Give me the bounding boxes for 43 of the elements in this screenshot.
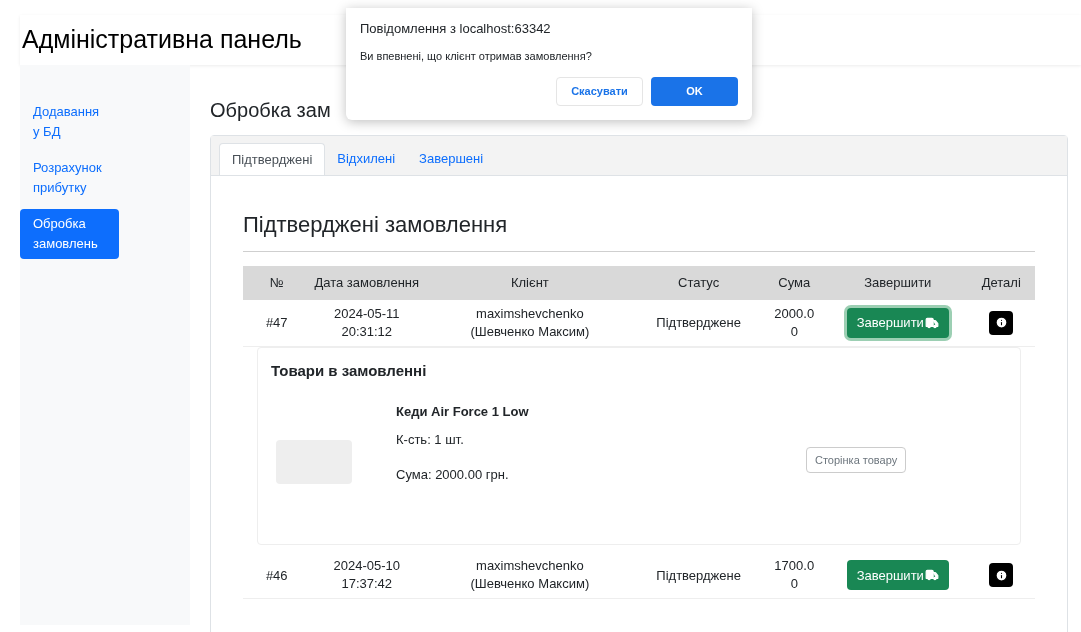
column-header: Дата замовлення bbox=[310, 266, 423, 300]
ok-button[interactable]: OK bbox=[651, 77, 738, 106]
dialog-title: Повідомлення з localhost:63342 bbox=[360, 20, 552, 38]
page-title: Адміністративна панель bbox=[22, 24, 302, 56]
table-cell: 2024-05-11 20:31:12 bbox=[310, 300, 423, 346]
column-header: Завершити bbox=[828, 266, 968, 300]
product-page-button[interactable]: Сторінка товару bbox=[806, 447, 907, 473]
table-cell: maximshevchenko (Шевченко Максим) bbox=[423, 552, 637, 599]
table-cell: maximshevchenko (Шевченко Максим) bbox=[423, 300, 637, 346]
info-button[interactable] bbox=[989, 563, 1014, 588]
sidebar-item[interactable]: Обробка замовлень bbox=[20, 209, 119, 259]
column-header: Клієнт bbox=[423, 266, 637, 300]
info-icon bbox=[994, 568, 1008, 582]
tab[interactable]: Завершені bbox=[407, 143, 496, 175]
tab[interactable]: Підтверджені bbox=[219, 143, 326, 175]
complete-button[interactable]: Завершити bbox=[846, 560, 949, 591]
sidebar-item[interactable]: Додавання у БД bbox=[20, 97, 119, 147]
table-cell: Підтверджене bbox=[636, 300, 761, 346]
column-header: Деталі bbox=[967, 266, 1035, 300]
table-cell: #47 bbox=[243, 300, 311, 346]
info-icon bbox=[994, 316, 1008, 330]
info-button[interactable] bbox=[989, 310, 1014, 335]
table-cell: 2024-05-10 17:37:42 bbox=[310, 552, 423, 599]
table-cell: 2000.00 bbox=[760, 300, 828, 346]
section-title: Обробка зам bbox=[210, 98, 332, 123]
product-name: Кеди Air Force 1 Low bbox=[396, 403, 530, 421]
tab[interactable]: Відхилені bbox=[325, 143, 408, 175]
table-cell: 1700.00 bbox=[760, 552, 828, 599]
tab-heading: Підтверджені замовлення bbox=[243, 208, 1035, 252]
table-cell: Підтверджене bbox=[636, 552, 761, 599]
sidebar-item[interactable]: Розрахунок прибутку bbox=[20, 153, 119, 203]
column-header: Сума bbox=[760, 266, 828, 300]
truck-icon bbox=[924, 568, 939, 583]
truck-icon bbox=[924, 315, 939, 330]
product-sum: Сума: 2000.00 грн. bbox=[396, 466, 510, 484]
dialog-message: Ви впевнені, що клієнт отримав замовлення? bbox=[360, 48, 593, 64]
cancel-button[interactable]: Скасувати bbox=[556, 77, 643, 106]
product-quantity: К-сть: 1 шт. bbox=[396, 430, 465, 449]
table-cell: #46 bbox=[243, 552, 311, 599]
complete-button[interactable]: Завершити bbox=[846, 307, 949, 338]
order-items-title: Товари в замовленні bbox=[271, 360, 428, 381]
column-header: № bbox=[243, 266, 311, 300]
column-header: Статус bbox=[636, 266, 761, 300]
